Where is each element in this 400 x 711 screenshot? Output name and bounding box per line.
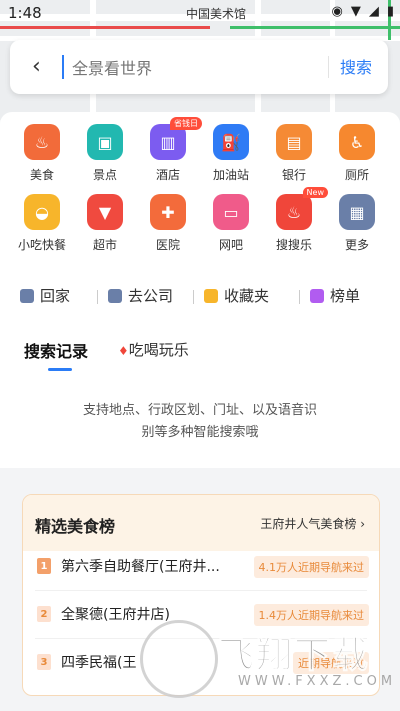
category-fire[interactable]: ♨ New 搜搜乐 (264, 187, 328, 253)
category-label: 美食 (29, 168, 54, 182)
watermark: 飞翔下载 WWW.FXXZ.COM (140, 620, 400, 710)
watermark-logo-icon (140, 620, 218, 698)
wifi-icon: ▼ (350, 4, 361, 19)
chevron-right-icon: › (360, 517, 365, 531)
category-label: 医院 (155, 238, 180, 252)
category-supermarket[interactable]: ▼ 超市 (75, 194, 135, 253)
category-snack[interactable]: ◒ 小吃快餐 (12, 194, 72, 253)
category-bank[interactable]: ▤ 银行 (264, 124, 324, 183)
tab-search-history[interactable]: 搜索记录 (24, 338, 88, 362)
hotel-icon: ▥ 省钱日 (150, 117, 202, 160)
active-tab-indicator (48, 368, 72, 371)
category-more[interactable]: ▦ 更多 (327, 194, 387, 253)
category-label: 银行 (281, 168, 306, 182)
hint-line: 别等多种智能搜索哦 (141, 425, 259, 440)
battery-icon: ▮ (386, 4, 394, 19)
restaurant-name: 四季民福(王 (61, 655, 137, 671)
shortcut-favorites[interactable]: 收藏夹 (204, 285, 269, 306)
hint-line: 支持地点、行政区划、门址、以及语音识 (82, 403, 317, 418)
signal-icon: ◢ (368, 4, 379, 19)
row-divider (35, 590, 367, 591)
category-label: 小吃快餐 (17, 238, 66, 252)
category-badge: 省钱日 (170, 117, 202, 130)
hospital-icon: ✚ (150, 194, 186, 230)
fire-icon: ♨ New (276, 187, 328, 230)
shortcut-ranking[interactable]: 榜单 (310, 285, 360, 306)
category-hotel[interactable]: ▥ 省钱日酒店 (138, 117, 202, 183)
watermark-url: WWW.FXXZ.COM (238, 674, 397, 689)
status-time: 1:48 (8, 4, 42, 22)
shortcut-label: 回家 (40, 287, 71, 305)
category-label: 加油站 (212, 168, 249, 182)
briefcase-icon (108, 288, 122, 303)
shortcut-divider (193, 290, 194, 304)
status-bar: 1:48 中国美术馆 ◉ ▼ ◢ ▮ (0, 0, 400, 28)
category-label: 景点 (92, 168, 117, 182)
search-button[interactable]: 搜索 (340, 54, 372, 78)
link-label: 王府井人气美食榜 (260, 517, 357, 531)
internet-cafe-icon: ▭ (213, 194, 249, 230)
visit-count-tag: 4.1万人近期导航来过 (253, 556, 369, 578)
category-food[interactable]: ♨ 美食 (12, 124, 72, 183)
category-label: 更多 (344, 238, 369, 252)
location-icon: ◉ (331, 4, 343, 19)
category-badge: New (302, 187, 328, 198)
category-hospital[interactable]: ✚ 医院 (138, 194, 198, 253)
status-icons: ◉ ▼ ◢ ▮ (332, 4, 395, 19)
shortcut-divider (299, 290, 300, 304)
star-folder-icon (204, 288, 218, 303)
shortcut-work[interactable]: 去公司 (108, 285, 173, 306)
snack-icon: ◒ (24, 194, 60, 230)
tab-label: 吃喝玩乐 (128, 341, 189, 359)
shortcut-divider (97, 290, 98, 304)
search-bar: ‹ 搜索 (10, 40, 388, 94)
category-label: 网吧 (218, 238, 243, 252)
toilet-icon: ♿ (339, 124, 375, 160)
rank-badge: 1 (37, 558, 51, 574)
search-hint: 支持地点、行政区划、门址、以及语音识 别等多种智能搜索哦 (50, 400, 350, 444)
map-place-label: 中国美术馆 (186, 7, 247, 21)
chevron-left-icon: ‹ (32, 54, 41, 79)
shortcut-home[interactable]: 回家 (20, 285, 70, 306)
shortcut-label: 收藏夹 (224, 287, 270, 305)
rank-badge: 3 (37, 654, 51, 670)
supermarket-icon: ▼ (87, 194, 123, 230)
category-label: 厕所 (344, 168, 369, 182)
more-icon: ▦ (339, 194, 375, 230)
search-input[interactable] (62, 54, 324, 82)
back-button[interactable]: ‹ (32, 54, 41, 79)
food-icon: ♨ (24, 124, 60, 160)
bank-icon: ▤ (276, 124, 312, 160)
food-rank-row[interactable]: 1 第六季自助餐厅(王府井... 4.1万人近期导航来过 (23, 547, 379, 587)
category-gas-station[interactable]: ⛽ 加油站 (201, 124, 261, 183)
scenery-icon: ▣ (87, 124, 123, 160)
food-ranking-title: 精选美食榜 (35, 517, 116, 536)
search-divider (328, 56, 329, 78)
watermark-text: 飞翔下载 (217, 635, 371, 677)
ranking-icon (310, 288, 324, 303)
gas-station-icon: ⛽ (213, 124, 249, 160)
shortcut-label: 去公司 (128, 287, 174, 305)
category-toilet[interactable]: ♿ 厕所 (327, 124, 387, 183)
shortcut-label: 榜单 (330, 287, 361, 305)
food-ranking-link[interactable]: 王府井人气美食榜 › (260, 515, 365, 532)
category-label: 搜搜乐 (275, 238, 312, 252)
section-gap (0, 468, 400, 480)
shortcut-bar: 回家 去公司 收藏夹 榜单 (0, 282, 400, 310)
food-ranking-header: 精选美食榜 王府井人气美食榜 › (23, 495, 379, 551)
restaurant-name: 第六季自助餐厅(王府井... (61, 559, 220, 575)
category-internet-cafe[interactable]: ▭ 网吧 (201, 194, 261, 253)
category-scenery[interactable]: ▣ 景点 (75, 124, 135, 183)
home-icon (20, 288, 34, 303)
category-label: 酒店 (155, 168, 180, 182)
flame-icon: ♦ (118, 344, 129, 358)
rank-badge: 2 (37, 606, 51, 622)
category-label: 超市 (92, 238, 117, 252)
tab-food-fun[interactable]: ♦吃喝玩乐 (118, 339, 189, 360)
